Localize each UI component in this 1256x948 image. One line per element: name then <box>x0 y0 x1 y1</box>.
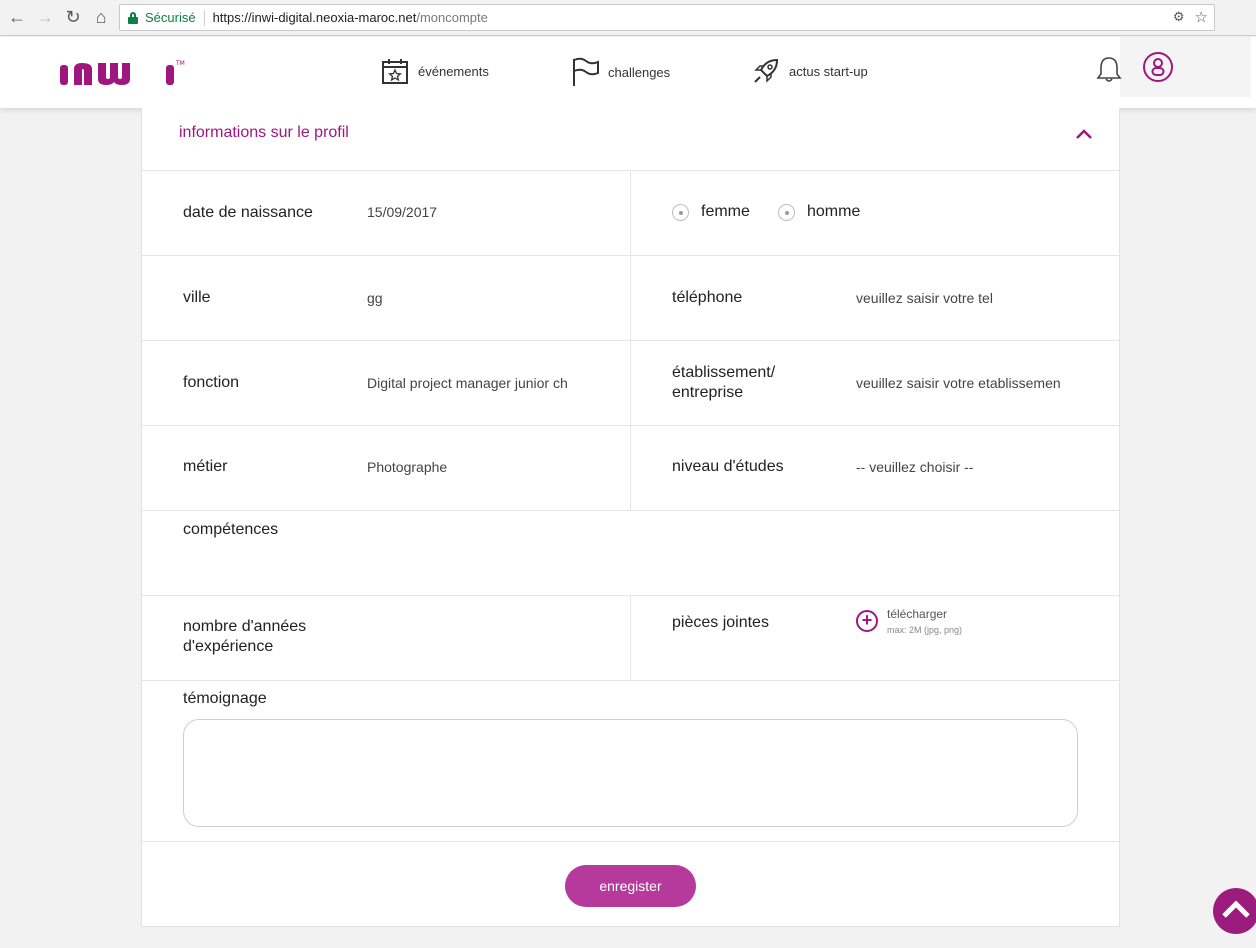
lock-icon <box>128 11 138 24</box>
nav-evenements-label: événements <box>418 63 489 79</box>
etablissement-label-line1: établissement/ <box>672 364 776 381</box>
gender-femme-option[interactable]: femme <box>672 203 750 221</box>
forward-arrow-icon[interactable]: → <box>31 4 59 32</box>
section-title: informations sur le profil <box>179 124 349 141</box>
nav-actus-label: actus start-up <box>789 63 868 79</box>
experience-label: nombre d'années d'expérience <box>183 617 306 657</box>
etablissement-field[interactable]: veuillez saisir votre etablissemen <box>856 375 1061 391</box>
gender-homme-option[interactable]: homme <box>778 203 860 221</box>
nav-actus[interactable]: actus start-up <box>752 57 868 85</box>
fonction-field[interactable]: Digital project manager junior ch <box>367 375 568 391</box>
niveau-select[interactable]: -- veuillez choisir -- <box>856 459 973 475</box>
nav-challenges[interactable]: challenges <box>571 57 670 87</box>
url-path: /moncompte <box>416 10 488 25</box>
row-fonction-etablissement: fonction Digital project manager junior … <box>142 341 1119 426</box>
birthdate-label: date de naissance <box>183 204 313 221</box>
inwi-logo[interactable]: TM <box>58 55 188 92</box>
scroll-to-top-button[interactable] <box>1213 888 1256 934</box>
save-area: enregister <box>142 842 1119 930</box>
add-attachment-icon[interactable]: + <box>856 610 878 632</box>
competences-label: compétences <box>183 521 279 538</box>
birthdate-field[interactable]: 15/09/2017 <box>367 204 437 220</box>
telephone-label: téléphone <box>672 289 743 306</box>
telephone-field[interactable]: veuillez saisir votre tel <box>856 290 993 306</box>
upload-link[interactable]: télécharger <box>887 607 947 621</box>
nav-challenges-label: challenges <box>608 64 671 80</box>
ville-label: ville <box>183 289 211 306</box>
reload-icon[interactable]: ↻ <box>59 4 87 32</box>
radio-femme[interactable] <box>672 203 689 221</box>
translate-icon[interactable]: ⚙ <box>1173 9 1185 25</box>
nav-evenements[interactable]: événements <box>381 57 489 85</box>
url-host: https://inwi-digital.neoxia-maroc.net <box>212 10 417 25</box>
chevron-up-icon[interactable] <box>1075 128 1093 140</box>
row-temoignage: témoignage <box>142 681 1119 842</box>
address-bar[interactable]: Sécurisé https://inwi-digital.neoxia-mar… <box>119 4 1215 31</box>
niveau-label: niveau d'études <box>672 458 784 475</box>
chevron-up-icon <box>1222 900 1250 918</box>
flag-icon <box>573 57 599 86</box>
pieces-label: pièces jointes <box>672 614 769 631</box>
gender-homme-label: homme <box>807 203 861 220</box>
gender-femme-label: femme <box>701 203 750 220</box>
back-arrow-icon[interactable]: ← <box>3 4 31 32</box>
metier-label: métier <box>183 458 228 475</box>
fonction-label: fonction <box>183 374 240 391</box>
radio-homme[interactable] <box>778 203 795 221</box>
metier-field[interactable]: Photographe <box>367 459 447 475</box>
experience-label-line1: nombre d'années <box>183 618 307 635</box>
home-icon[interactable]: ⌂ <box>87 4 115 32</box>
site-header: TM événements challenges actus start-up <box>0 37 1256 108</box>
row-competences: compétences <box>142 511 1119 596</box>
row-birthdate-gender: date de naissance 15/09/2017 femme homme <box>142 171 1119 256</box>
row-metier-niveau: métier Photographe niveau d'études -- ve… <box>142 426 1119 511</box>
calendar-star-icon <box>382 59 408 84</box>
bookmark-star-icon[interactable]: ☆ <box>1195 8 1208 26</box>
row-experience-pieces: nombre d'années d'expérience pièces join… <box>142 596 1119 681</box>
etablissement-label: établissement/ entreprise <box>672 363 775 403</box>
row-ville-telephone: ville gg téléphone veuillez saisir votre… <box>142 256 1119 341</box>
user-avatar-icon[interactable] <box>1142 51 1174 83</box>
ville-field[interactable]: gg <box>367 290 383 306</box>
save-button[interactable]: enregister <box>565 865 696 907</box>
profile-card: informations sur le profil date de naiss… <box>141 108 1120 927</box>
experience-label-line2: d'expérience <box>183 638 274 655</box>
temoignage-label: témoignage <box>183 690 267 707</box>
address-separator <box>203 9 205 26</box>
rocket-icon <box>754 58 779 83</box>
browser-toolbar: ← → ↻ ⌂ Sécurisé https://inwi-digital.ne… <box>0 0 1256 36</box>
upload-hint: max: 2M (jpg, png) <box>887 625 963 635</box>
secure-label: Sécurisé <box>145 10 196 25</box>
svg-text:TM: TM <box>175 60 185 67</box>
bell-icon[interactable] <box>1096 55 1122 83</box>
avatar-area <box>1120 37 1251 97</box>
etablissement-label-line2: entreprise <box>672 384 744 401</box>
temoignage-textarea[interactable] <box>183 719 1078 827</box>
profile-section-header[interactable]: informations sur le profil <box>142 108 1119 171</box>
